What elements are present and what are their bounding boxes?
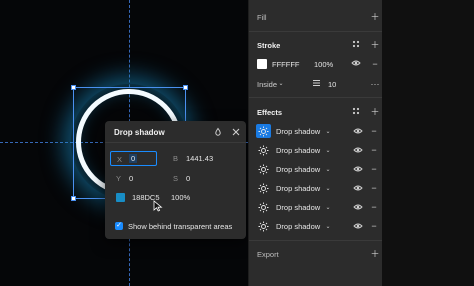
- more-options-icon[interactable]: ···: [370, 79, 380, 89]
- remove-effect-icon[interactable]: −: [369, 202, 379, 212]
- divider: [249, 240, 383, 241]
- effect-type-select[interactable]: Drop shadow: [276, 184, 320, 193]
- effect-row[interactable]: Drop shadow ⌄ −: [249, 179, 383, 197]
- stroke-opacity[interactable]: 100%: [314, 60, 333, 69]
- eye-icon[interactable]: [351, 59, 361, 69]
- effect-styles-grid-icon[interactable]: [351, 107, 361, 117]
- effect-type-select[interactable]: Drop shadow: [276, 146, 320, 155]
- chevron-down-icon[interactable]: ⌄: [276, 79, 286, 89]
- eye-icon[interactable]: [353, 127, 363, 137]
- b-label: B: [173, 154, 179, 163]
- add-effect-icon[interactable]: ＋: [370, 107, 380, 117]
- remove-effect-icon[interactable]: −: [369, 145, 379, 155]
- chevron-down-icon[interactable]: ⌄: [323, 146, 333, 156]
- chevron-down-icon[interactable]: ⌄: [323, 222, 333, 232]
- stroke-section-title: Stroke: [257, 41, 281, 50]
- shadow-opacity-field[interactable]: 100%: [165, 190, 197, 205]
- eye-icon[interactable]: [353, 146, 363, 156]
- blur-field[interactable]: B 1441.43: [167, 151, 237, 166]
- effect-type-select[interactable]: Drop shadow: [276, 222, 320, 231]
- effect-type-icon[interactable]: [256, 162, 271, 176]
- divider: [249, 97, 383, 98]
- effect-type-icon[interactable]: [256, 219, 271, 233]
- y-offset-field[interactable]: Y 0: [110, 171, 157, 186]
- divider: [249, 31, 383, 32]
- effect-type-icon[interactable]: [256, 181, 271, 195]
- design-properties-panel: Fill ＋ Stroke ＋ FFFFFF 100% − Inside ⌄ 1…: [248, 0, 383, 286]
- eye-icon[interactable]: [353, 222, 363, 232]
- s-value: 0: [186, 174, 191, 183]
- chevron-down-icon[interactable]: ⌄: [323, 203, 333, 213]
- effects-section-title: Effects: [257, 108, 283, 117]
- spread-field[interactable]: S 0: [167, 171, 237, 186]
- resize-handle-top-left[interactable]: [71, 85, 76, 90]
- s-label: S: [173, 174, 179, 183]
- add-fill-icon[interactable]: ＋: [370, 12, 380, 22]
- drop-shadow-popover: Drop shadow X 0 B 1441.43 Y 0 S 0 188DC5…: [105, 121, 246, 239]
- popover-header: Drop shadow: [105, 121, 246, 143]
- fill-section-title: Fill: [257, 13, 267, 22]
- stroke-color-hex[interactable]: FFFFFF: [272, 60, 300, 69]
- remove-effect-icon[interactable]: −: [369, 183, 379, 193]
- effect-row[interactable]: Drop shadow ⌄ −: [249, 122, 383, 140]
- effect-type-icon[interactable]: [256, 200, 271, 214]
- chevron-down-icon[interactable]: ⌄: [323, 184, 333, 194]
- show-behind-label: Show behind transparent areas: [128, 222, 233, 231]
- effect-row[interactable]: Drop shadow ⌄ −: [249, 198, 383, 216]
- add-stroke-icon[interactable]: ＋: [370, 40, 380, 50]
- style-drop-icon[interactable]: [212, 127, 223, 138]
- x-label: X: [117, 155, 123, 164]
- window-backdrop: [382, 0, 474, 286]
- stroke-styles-grid-icon[interactable]: [351, 40, 361, 50]
- stroke-color-swatch[interactable]: [257, 59, 267, 69]
- effect-row[interactable]: Drop shadow ⌄ −: [249, 217, 383, 235]
- resize-handle-top-right[interactable]: [183, 85, 188, 90]
- effect-type-icon[interactable]: [256, 143, 271, 157]
- stroke-weight-value[interactable]: 10: [328, 80, 336, 89]
- effect-type-select[interactable]: Drop shadow: [276, 127, 320, 136]
- chevron-down-icon[interactable]: ⌄: [323, 165, 333, 175]
- export-section-title: Export: [257, 250, 279, 259]
- stroke-weight-icon: [311, 79, 321, 89]
- y-value: 0: [129, 174, 134, 183]
- x-offset-field[interactable]: X 0: [110, 151, 157, 166]
- remove-effect-icon[interactable]: −: [369, 221, 379, 231]
- stroke-position-select[interactable]: Inside: [257, 80, 277, 89]
- effect-type-select[interactable]: Drop shadow: [276, 203, 320, 212]
- y-label: Y: [116, 174, 122, 183]
- x-value: 0: [129, 154, 138, 163]
- show-behind-checkbox[interactable]: ✓: [115, 222, 123, 230]
- eye-icon[interactable]: [353, 184, 363, 194]
- eye-icon[interactable]: [353, 203, 363, 213]
- effect-type-icon[interactable]: [256, 124, 271, 138]
- eye-icon[interactable]: [353, 165, 363, 175]
- resize-handle-bottom-left[interactable]: [71, 196, 76, 201]
- remove-effect-icon[interactable]: −: [369, 126, 379, 136]
- popover-title: Drop shadow: [114, 128, 165, 137]
- remove-stroke-icon[interactable]: −: [370, 59, 380, 69]
- mouse-cursor-icon: [153, 200, 163, 212]
- shadow-color-swatch[interactable]: [116, 193, 125, 202]
- add-export-icon[interactable]: ＋: [370, 249, 380, 259]
- b-value: 1441.43: [186, 154, 214, 163]
- remove-effect-icon[interactable]: −: [369, 164, 379, 174]
- chevron-down-icon[interactable]: ⌄: [323, 127, 333, 137]
- effect-type-select[interactable]: Drop shadow: [276, 165, 320, 174]
- effect-row[interactable]: Drop shadow ⌄ −: [249, 160, 383, 178]
- effect-row[interactable]: Drop shadow ⌄ −: [249, 141, 383, 159]
- close-icon[interactable]: [230, 127, 241, 138]
- shadow-opacity-value: 100%: [171, 193, 191, 202]
